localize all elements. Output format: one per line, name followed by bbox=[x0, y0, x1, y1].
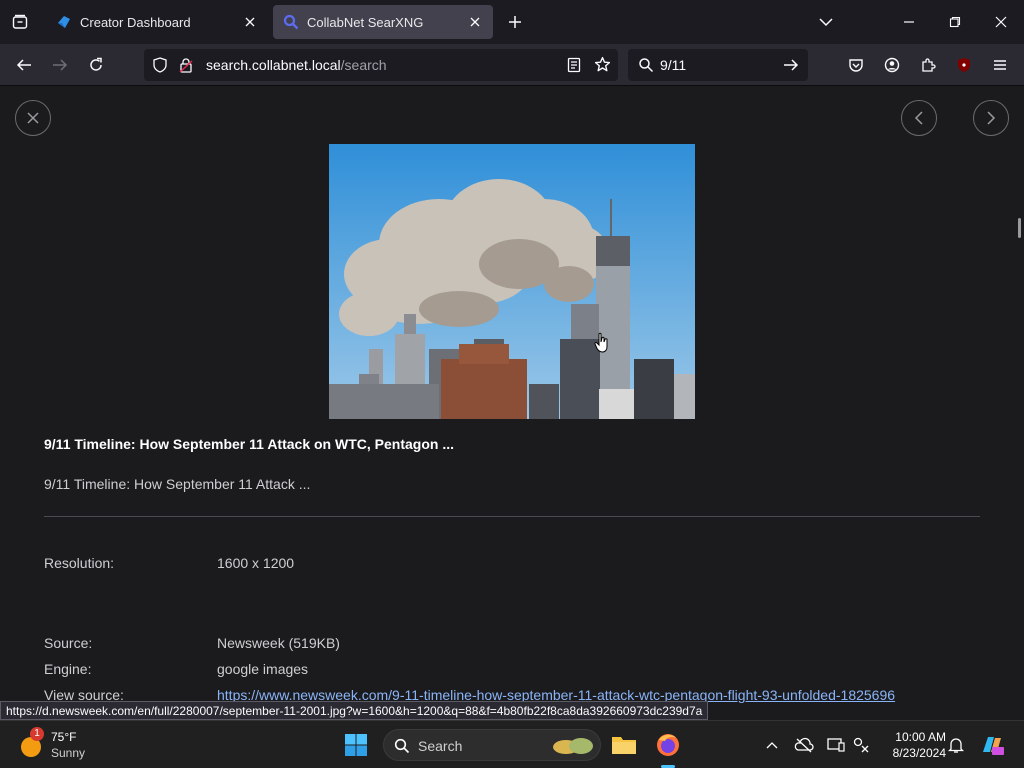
image-description: 9/11 Timeline: How September 11 Attack .… bbox=[44, 476, 311, 492]
back-arrow-icon[interactable] bbox=[10, 51, 38, 79]
search-bar[interactable]: 9/11 bbox=[628, 49, 808, 81]
clock-date: 8/23/2024 bbox=[892, 746, 946, 760]
copilot-icon[interactable] bbox=[976, 729, 1008, 761]
close-viewer-button[interactable] bbox=[15, 100, 51, 136]
reload-icon[interactable] bbox=[82, 51, 110, 79]
resolution-label: Resolution: bbox=[44, 555, 115, 571]
tab-title: Creator Dashboard bbox=[80, 14, 191, 30]
tab-list-icon[interactable] bbox=[6, 8, 34, 36]
taskbar-clock[interactable]: 10:00 AM 8/23/2024 bbox=[880, 729, 946, 761]
bookmark-star-icon[interactable] bbox=[594, 56, 611, 78]
close-tab-icon[interactable] bbox=[467, 14, 483, 30]
result-image[interactable] bbox=[329, 144, 695, 419]
searxng-favicon-icon bbox=[283, 14, 299, 30]
search-query: 9/11 bbox=[660, 57, 687, 73]
engine-label: Engine: bbox=[44, 661, 92, 677]
pocket-icon[interactable] bbox=[842, 51, 870, 79]
clock-time: 10:00 AM bbox=[895, 730, 946, 744]
tab-title: CollabNet SearXNG bbox=[307, 14, 424, 30]
tab-bar: Creator Dashboard CollabNet SearXNG bbox=[0, 0, 1024, 44]
reader-view-icon[interactable] bbox=[566, 57, 582, 78]
firefox-icon[interactable] bbox=[652, 729, 684, 761]
forward-arrow-icon[interactable] bbox=[46, 51, 74, 79]
taskbar-search[interactable]: Search bbox=[383, 729, 601, 761]
url-text: search.collabnet.local/search bbox=[206, 57, 387, 73]
chevron-right-icon bbox=[987, 111, 996, 125]
close-icon bbox=[27, 112, 39, 124]
taskbar-search-placeholder: Search bbox=[418, 738, 463, 754]
source-label: Source: bbox=[44, 635, 93, 651]
restore-icon[interactable] bbox=[941, 8, 969, 36]
weather-widget[interactable]: 1 75°F Sunny bbox=[18, 727, 108, 761]
next-image-button[interactable] bbox=[973, 100, 1009, 136]
hand-cursor-icon bbox=[594, 332, 608, 353]
file-explorer-icon[interactable] bbox=[608, 729, 640, 761]
dashboard-favicon-icon bbox=[56, 14, 72, 30]
divider bbox=[44, 516, 980, 517]
network-speaker-icon[interactable] bbox=[846, 729, 878, 761]
ublock-icon[interactable] bbox=[950, 51, 978, 79]
previous-image-button[interactable] bbox=[901, 100, 937, 136]
nav-toolbar: search.collabnet.local/search 9/11 bbox=[0, 44, 1024, 86]
onedrive-offline-icon[interactable] bbox=[788, 729, 820, 761]
image-viewer: 9/11 Timeline: How September 11 Attack o… bbox=[0, 86, 1024, 720]
shield-icon[interactable] bbox=[152, 57, 168, 78]
minimize-icon[interactable] bbox=[895, 8, 923, 36]
resolution-value: 1600 x 1200 bbox=[217, 555, 295, 571]
close-window-icon[interactable] bbox=[987, 8, 1015, 36]
account-icon[interactable] bbox=[878, 51, 906, 79]
search-highlight-icon bbox=[553, 738, 593, 754]
notification-bell-icon[interactable] bbox=[940, 729, 972, 761]
menu-hamburger-icon[interactable] bbox=[986, 51, 1014, 79]
weather-condition: Sunny bbox=[51, 746, 86, 760]
image-title: 9/11 Timeline: How September 11 Attack o… bbox=[44, 436, 454, 452]
tab-collabnet-searxng[interactable]: CollabNet SearXNG bbox=[273, 5, 493, 39]
close-tab-icon[interactable] bbox=[242, 14, 258, 30]
search-icon bbox=[394, 738, 410, 754]
new-tab-icon[interactable] bbox=[503, 10, 527, 34]
taskbar: 1 75°F Sunny Search 10:00 AM 8/23/2024 bbox=[0, 720, 1024, 768]
scrollbar-thumb[interactable] bbox=[1018, 218, 1021, 238]
chevron-down-icon[interactable] bbox=[812, 8, 840, 36]
search-go-arrow-icon[interactable] bbox=[783, 57, 799, 78]
address-bar[interactable]: search.collabnet.local/search bbox=[144, 49, 618, 81]
extensions-icon[interactable] bbox=[914, 51, 942, 79]
search-icon bbox=[638, 57, 654, 78]
windows-start-icon[interactable] bbox=[340, 729, 372, 761]
status-url-bar: https://d.newsweek.com/en/full/2280007/s… bbox=[0, 701, 709, 720]
tab-creator-dashboard[interactable]: Creator Dashboard bbox=[46, 5, 268, 39]
lock-warning-icon[interactable] bbox=[178, 57, 194, 78]
chevron-left-icon bbox=[914, 111, 923, 125]
weather-temp: 75°F bbox=[51, 730, 77, 744]
show-hidden-icons-chevron-up-icon[interactable] bbox=[756, 729, 788, 761]
engine-value: google images bbox=[217, 661, 309, 677]
source-value: Newsweek (519KB) bbox=[217, 635, 340, 651]
weather-badge: 1 bbox=[30, 727, 44, 741]
